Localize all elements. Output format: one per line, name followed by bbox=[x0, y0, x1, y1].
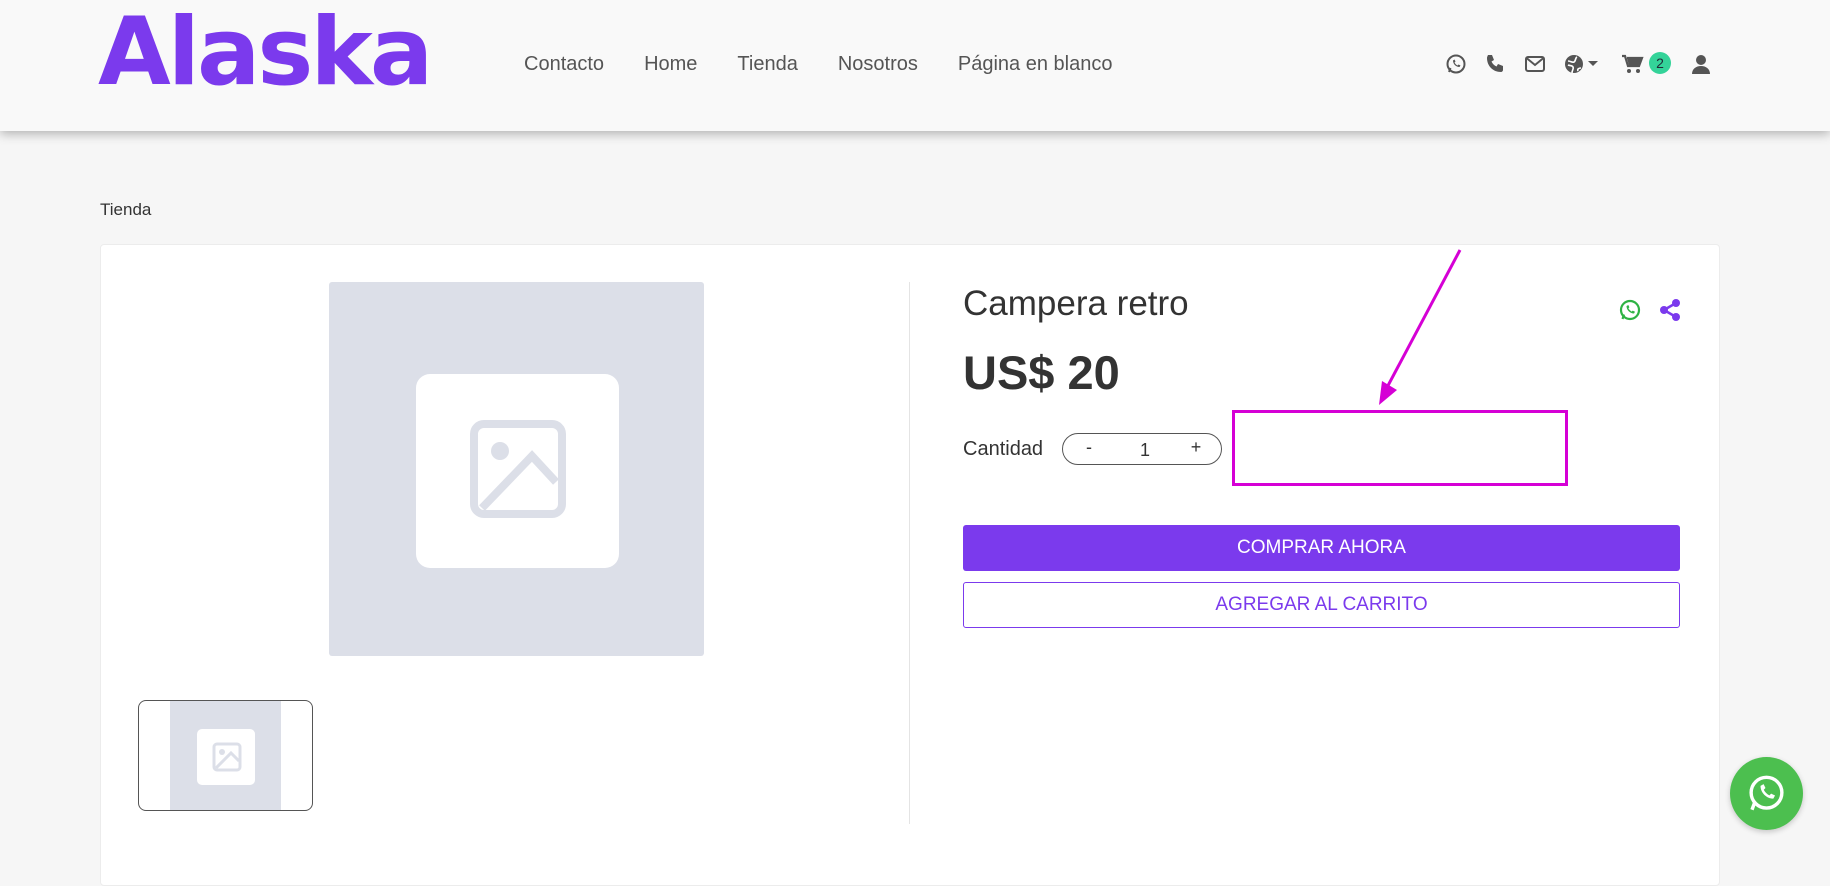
annotation-arrow bbox=[1379, 249, 1462, 405]
cart-icon[interactable] bbox=[1620, 52, 1644, 76]
quantity-input[interactable] bbox=[1111, 436, 1179, 464]
nav-item-tienda[interactable]: Tienda bbox=[737, 53, 797, 76]
buy-now-button[interactable]: COMPRAR AHORA bbox=[963, 525, 1680, 571]
product-thumbnail[interactable] bbox=[138, 700, 313, 811]
nav-item-contacto[interactable]: Contacto bbox=[524, 53, 604, 76]
email-icon[interactable] bbox=[1523, 52, 1547, 76]
user-icon[interactable] bbox=[1689, 52, 1713, 76]
nav-item-home[interactable]: Home bbox=[644, 53, 697, 76]
product-price: US$ 20 bbox=[963, 346, 1120, 399]
add-to-cart-button[interactable]: AGREGAR AL CARRITO bbox=[963, 582, 1680, 628]
product-main-image[interactable] bbox=[329, 282, 704, 656]
nav-item-pagina-en-blanco[interactable]: Página en blanco bbox=[958, 53, 1113, 76]
phone-icon[interactable] bbox=[1483, 52, 1507, 76]
share-whatsapp-icon[interactable] bbox=[1618, 298, 1642, 322]
nav-item-nosotros[interactable]: Nosotros bbox=[838, 53, 918, 76]
brand-logo[interactable]: Alaska bbox=[98, 6, 433, 100]
image-placeholder-icon bbox=[212, 742, 242, 772]
quantity-stepper: - + bbox=[1062, 433, 1222, 465]
image-placeholder-icon bbox=[470, 420, 566, 518]
cart-count-badge: 2 bbox=[1649, 52, 1671, 74]
quantity-increase-button[interactable]: + bbox=[1184, 437, 1208, 458]
image-placeholder bbox=[416, 374, 619, 568]
whatsapp-float-button[interactable] bbox=[1730, 757, 1803, 830]
globe-icon[interactable] bbox=[1563, 52, 1603, 76]
main-nav: Contacto Home Tienda Nosotros Página en … bbox=[524, 53, 1152, 76]
annotation-highlight-box bbox=[1232, 410, 1568, 486]
breadcrumb[interactable]: Tienda bbox=[100, 200, 151, 220]
product-title: Campera retro bbox=[963, 284, 1189, 323]
quantity-label: Cantidad bbox=[963, 438, 1044, 460]
quantity-decrease-button[interactable]: - bbox=[1077, 437, 1101, 458]
column-divider bbox=[909, 282, 910, 824]
site-header: Alaska Contacto Home Tienda Nosotros Pág… bbox=[0, 0, 1830, 131]
whatsapp-icon[interactable] bbox=[1444, 52, 1468, 76]
thumbnail-placeholder bbox=[197, 729, 255, 785]
whatsapp-icon bbox=[1749, 775, 1784, 811]
share-icon[interactable] bbox=[1658, 298, 1682, 322]
